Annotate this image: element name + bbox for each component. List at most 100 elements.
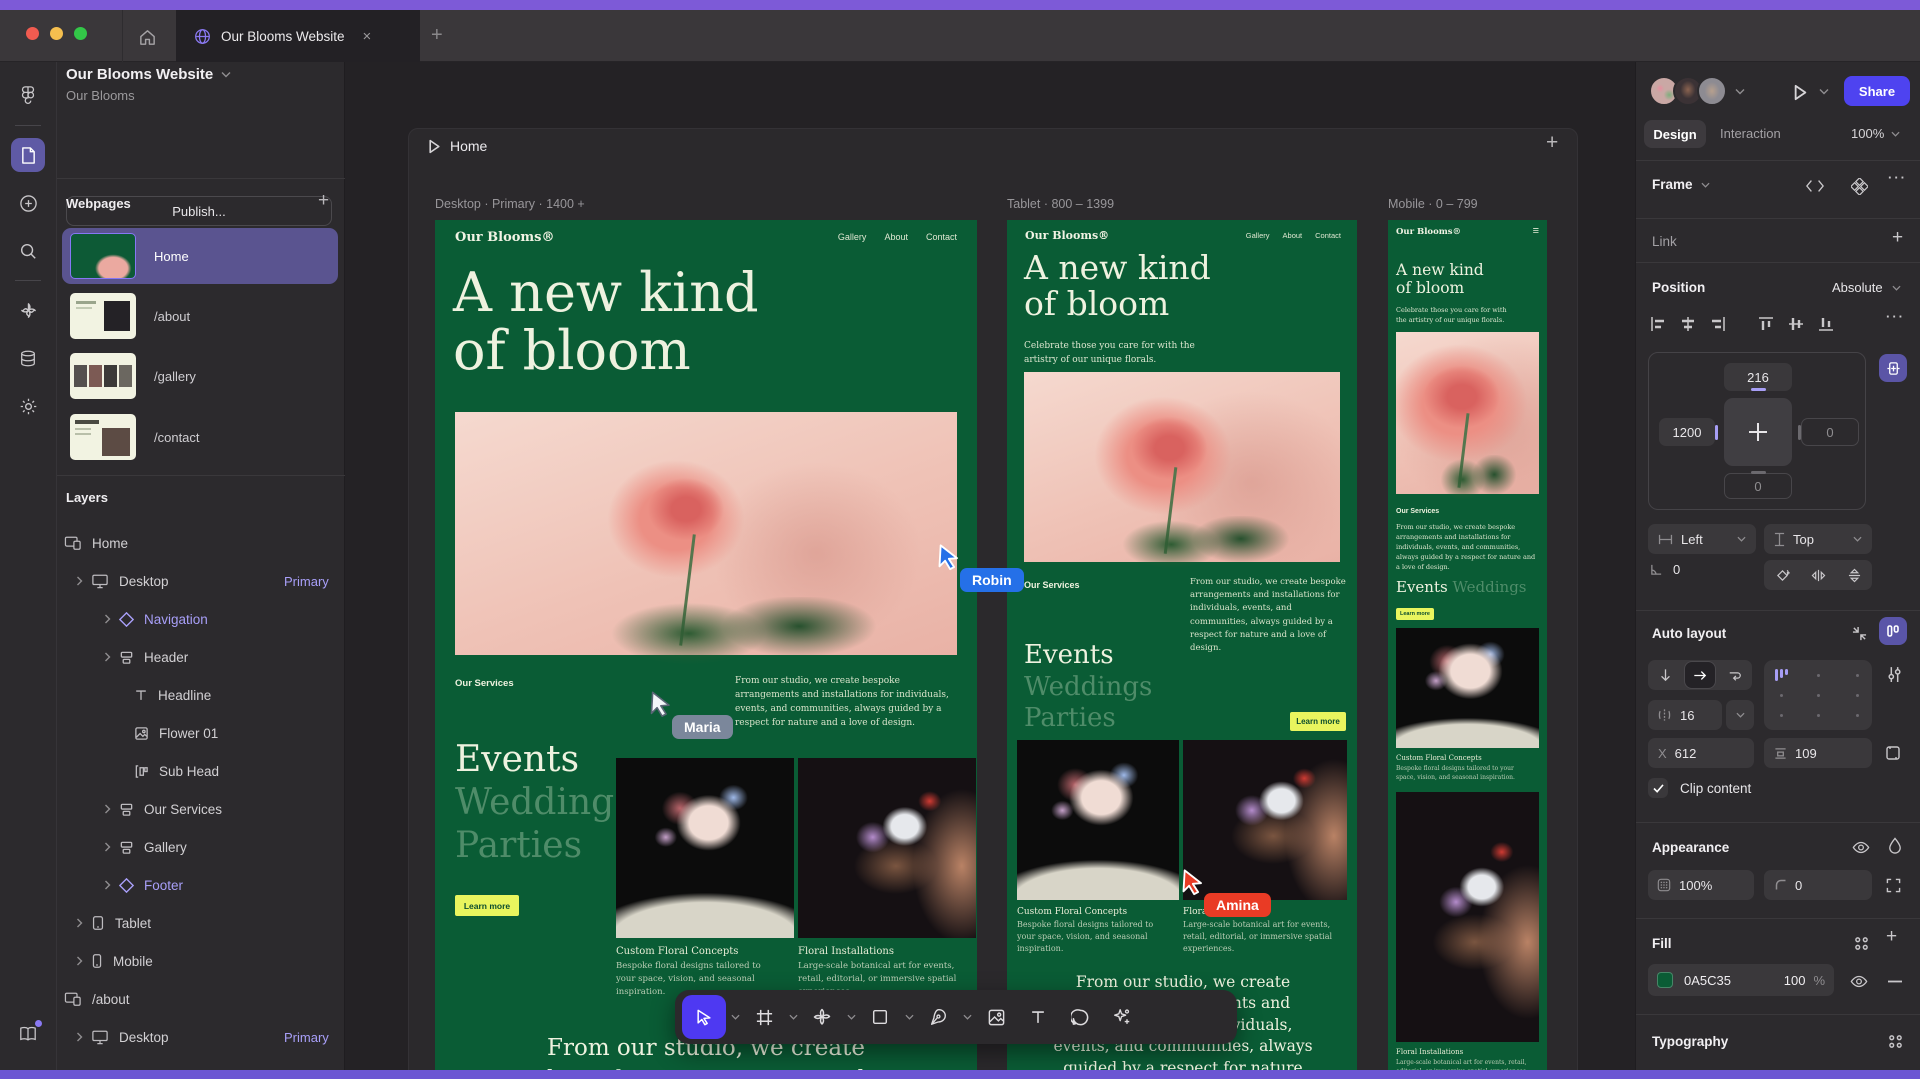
direction-vertical-button[interactable] [1649,661,1681,689]
shape-tool-button[interactable] [860,997,900,1037]
chevron-right-icon[interactable] [104,614,111,624]
layer-row-desktop[interactable]: Desktop Primary [76,566,169,596]
shrink-icon[interactable] [1848,622,1870,644]
layer-row-gallery[interactable]: Gallery [104,832,187,862]
layer-row-navigation[interactable]: Navigation [104,604,208,634]
avatar[interactable] [1697,76,1727,106]
share-button[interactable]: Share [1844,76,1910,106]
chevron-right-icon[interactable] [76,1032,83,1042]
padding-icon[interactable] [1882,742,1904,764]
code-button[interactable] [1804,175,1826,197]
checkbox-checked-icon[interactable] [1648,778,1668,798]
chevron-down-icon[interactable] [786,997,800,1037]
position-right-input[interactable]: 0 [1801,418,1859,446]
frame-desktop[interactable]: Our Blooms® Gallery About Contact A new … [435,220,977,1079]
rail-add-button[interactable] [11,186,45,220]
rail-sites-button[interactable] [11,293,45,327]
flip-vertical-icon[interactable] [1848,568,1861,583]
add-fill-button[interactable]: + [1886,926,1897,948]
comment-tool-button[interactable] [1060,997,1100,1037]
present-play-button[interactable] [1788,80,1812,104]
breakpoint-label-mobile[interactable]: Mobile · 0 – 799 [1388,197,1478,211]
rail-library-button[interactable] [11,1017,45,1051]
layer-row-desktop-about[interactable]: Desktop Primary [76,1022,169,1052]
eye-icon[interactable] [1850,836,1872,858]
frame-tool-button[interactable] [744,997,784,1037]
move-tool-button[interactable] [682,995,726,1039]
file-title-row[interactable]: Our Blooms Website [66,66,231,83]
page-row-home[interactable]: Home [62,228,338,284]
new-tab-button[interactable]: + [431,24,443,47]
opacity-input[interactable]: 100% [1648,870,1754,900]
chevron-right-icon[interactable] [104,804,111,814]
position-top-input[interactable]: 216 [1724,363,1792,391]
position-left-input[interactable]: 1200 [1659,418,1715,446]
remove-fill-button[interactable] [1884,970,1906,992]
h-anchor-dropdown[interactable]: Left [1648,524,1756,554]
layer-row-footer[interactable]: Footer [104,870,183,900]
frame-tablet[interactable]: Our Blooms® Gallery About Contact A new … [1007,220,1357,1079]
alignment-grid-pad[interactable] [1764,660,1872,730]
rail-cms-button[interactable] [11,341,45,375]
align-h-center-icon[interactable] [1680,316,1696,332]
layer-row-mobile[interactable]: Mobile [76,946,153,976]
layout-settings-icon[interactable] [1884,664,1904,684]
home-button[interactable] [134,24,160,50]
fill-visibility-eye-icon[interactable] [1848,970,1870,992]
add-breakpoint-button[interactable]: + [1546,131,1558,155]
position-bottom-input[interactable]: 0 [1724,473,1792,499]
rail-settings-button[interactable] [11,389,45,423]
component-set-button[interactable] [1848,175,1870,197]
width-input[interactable]: X612 [1648,738,1754,768]
position-mode-dropdown[interactable]: Absolute [1832,280,1901,295]
page-row-contact[interactable]: /contact [62,409,338,465]
rotation-input[interactable]: 0 [1650,562,1680,577]
corner-radius-input[interactable]: 0 [1764,870,1872,900]
layer-row-headline[interactable]: Headline [134,680,211,710]
align-bottom-icon[interactable] [1818,316,1834,332]
rotate-90-icon[interactable] [1775,568,1790,583]
align-left-icon[interactable] [1650,316,1666,332]
tab-design[interactable]: Design [1644,120,1706,148]
clip-content-row[interactable]: Clip content [1648,778,1751,798]
more-options-button[interactable]: ··· [1888,170,1907,185]
chevron-right-icon[interactable] [104,652,111,662]
height-input[interactable]: 109 [1764,738,1872,768]
type-styles-grid-icon[interactable] [1884,1030,1906,1052]
draw-swirl-tool-button[interactable] [802,997,842,1037]
align-right-icon[interactable] [1710,316,1726,332]
gap-dropdown-button[interactable] [1726,700,1754,730]
blend-drop-icon[interactable] [1884,834,1906,856]
fill-opacity[interactable]: 100 [1784,973,1806,988]
styles-grid-icon[interactable] [1850,932,1872,954]
breakpoint-label-tablet[interactable]: Tablet · 800 – 1399 [1007,197,1114,211]
layer-row-flower01[interactable]: Flower 01 [134,718,218,748]
direction-wrap-button[interactable] [1719,661,1751,689]
chevron-right-icon[interactable] [76,576,83,586]
fill-color-swatch[interactable] [1657,972,1673,988]
rail-search-button[interactable] [11,234,45,268]
frame-mobile[interactable]: Our Blooms® ≡ A new kindof bloom Celebra… [1388,220,1547,1079]
section-header[interactable]: Home [428,138,487,154]
fill-row[interactable]: 0A5C35 100 % [1648,964,1834,996]
direction-horizontal-button[interactable] [1684,661,1716,689]
breakpoint-label-desktop[interactable]: Desktop · Primary · 1400 + [435,197,585,211]
gap-input[interactable]: 16 [1648,700,1722,730]
traffic-light-zoom[interactable] [74,27,87,40]
chevron-down-icon[interactable] [728,997,742,1037]
auto-layout-active-badge[interactable] [1879,617,1907,645]
rail-pages-button[interactable] [11,138,45,172]
chevron-down-icon[interactable] [902,997,916,1037]
actions-tool-button[interactable] [1102,997,1142,1037]
play-icon[interactable] [428,139,441,154]
layer-row-our-services[interactable]: Our Services [104,794,222,824]
page-row-about[interactable]: /about [62,288,338,344]
constraint-pad[interactable] [1724,398,1792,466]
v-anchor-dropdown[interactable]: Top [1764,524,1872,554]
add-page-button[interactable]: + [318,190,329,212]
layer-row-home[interactable]: Home [64,528,128,558]
align-v-center-icon[interactable] [1788,316,1804,332]
chevron-right-icon[interactable] [76,956,83,966]
pen-tool-button[interactable] [918,997,958,1037]
main-menu-button[interactable] [11,79,45,113]
